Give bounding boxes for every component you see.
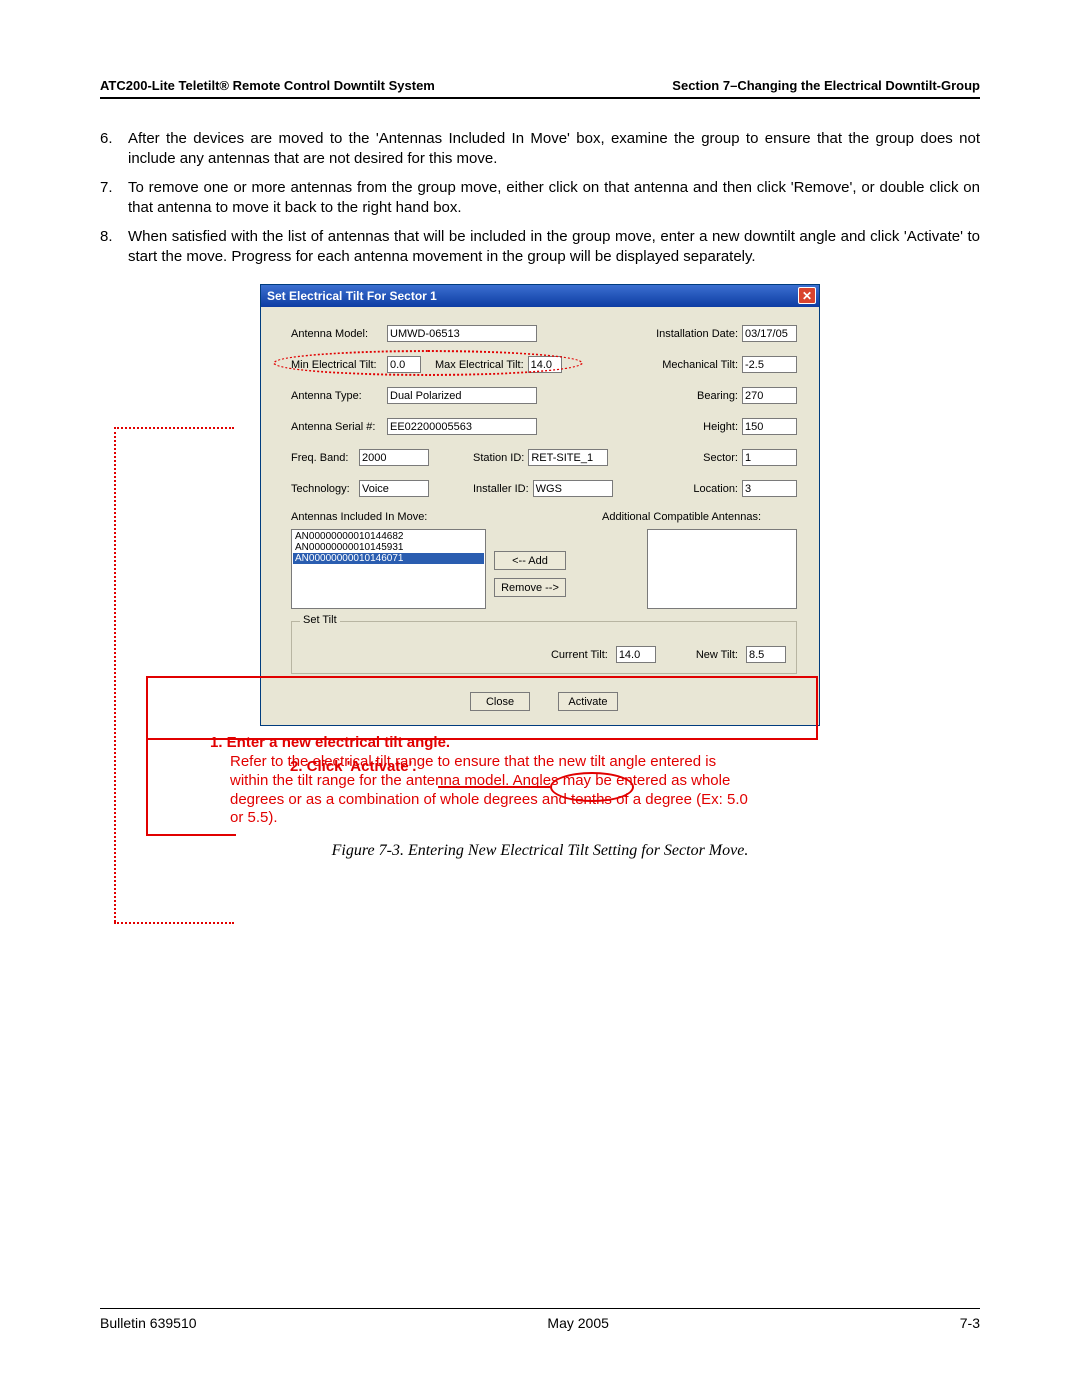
list-item[interactable]: AN00000000010144682 (293, 531, 484, 542)
label-tech: Technology: (291, 483, 355, 495)
label-antenna-type: Antenna Type: (291, 390, 383, 402)
label-new-tilt: New Tilt: (696, 649, 738, 661)
listbox-compatible[interactable] (647, 529, 797, 609)
field-sector[interactable]: 1 (742, 449, 797, 466)
step-6-num: 6. (100, 129, 128, 168)
field-current-tilt: 14.0 (616, 646, 656, 663)
field-bearing[interactable]: 270 (742, 387, 797, 404)
field-station[interactable]: RET-SITE_1 (528, 449, 608, 466)
label-installer: Installer ID: (473, 483, 529, 495)
field-location[interactable]: 3 (742, 480, 797, 497)
label-freq: Freq. Band: (291, 452, 355, 464)
label-antenna-model: Antenna Model: (291, 328, 383, 340)
page-footer: Bulletin 639510 May 2005 7-3 (100, 1308, 980, 1331)
label-sector: Sector: (703, 452, 738, 464)
label-bearing: Bearing: (697, 390, 738, 402)
field-height[interactable]: 150 (742, 418, 797, 435)
callout-2-connector (438, 786, 550, 788)
label-serial: Antenna Serial #: (291, 421, 383, 433)
footer-center: May 2005 (547, 1315, 608, 1331)
callout-1-connector-v (146, 740, 148, 834)
step-list: 6. After the devices are moved to the 'A… (100, 129, 980, 266)
close-icon[interactable]: ✕ (798, 287, 816, 304)
dialog-title: Set Electrical Tilt For Sector 1 (267, 289, 437, 303)
step-6-text: After the devices are moved to the 'Ante… (128, 129, 980, 168)
set-tilt-group: Set Tilt Current Tilt: 14.0 New Tilt: 8.… (291, 621, 797, 674)
list-item-selected[interactable]: AN00000000010146071 (293, 553, 484, 564)
list-item[interactable]: AN00000000010145931 (293, 542, 484, 553)
label-station: Station ID: (473, 452, 524, 464)
step-8-text: When satisfied with the list of antennas… (128, 227, 980, 266)
page-header: ATC200-Lite Teletilt® Remote Control Dow… (100, 78, 980, 99)
label-compatible-list: Additional Compatible Antennas: (602, 511, 797, 523)
field-new-tilt[interactable]: 8.5 (746, 646, 786, 663)
callout-2: 2. Click 'Activate'. (290, 758, 416, 775)
header-right: Section 7–Changing the Electrical Downti… (672, 78, 980, 93)
step-7-text: To remove one or more antennas from the … (128, 178, 980, 217)
activate-highlight-ellipse (550, 772, 634, 802)
label-current-tilt: Current Tilt: (551, 649, 608, 661)
new-tilt-highlight-box (146, 676, 818, 740)
figure-caption: Figure 7-3. Entering New Electrical Tilt… (100, 842, 980, 860)
step-7-num: 7. (100, 178, 128, 217)
add-button[interactable]: <-- Add (494, 551, 566, 570)
footer-right: 7-3 (960, 1315, 980, 1331)
field-mech-tilt[interactable]: -2.5 (742, 356, 797, 373)
label-install-date: Installation Date: (656, 328, 738, 340)
field-antenna-model[interactable]: UMWD-06513 (387, 325, 537, 342)
field-serial[interactable]: EE02200005563 (387, 418, 537, 435)
tilt-range-highlight-ellipse (273, 350, 583, 376)
field-freq[interactable]: 2000 (359, 449, 429, 466)
step-8-num: 8. (100, 227, 128, 266)
label-location: Location: (693, 483, 738, 495)
label-height: Height: (703, 421, 738, 433)
dialog-window: Set Electrical Tilt For Sector 1 ✕ Anten… (260, 284, 820, 726)
dotted-leader-bottom (114, 922, 234, 924)
set-tilt-legend: Set Tilt (300, 614, 340, 626)
field-antenna-type[interactable]: Dual Polarized (387, 387, 537, 404)
remove-button[interactable]: Remove --> (494, 578, 566, 597)
header-left: ATC200-Lite Teletilt® Remote Control Dow… (100, 78, 435, 93)
field-tech[interactable]: Voice (359, 480, 429, 497)
dotted-leader-vertical (114, 427, 116, 922)
title-bar: Set Electrical Tilt For Sector 1 ✕ (261, 285, 819, 307)
label-mech-tilt: Mechanical Tilt: (662, 359, 738, 371)
field-installer[interactable]: WGS (533, 480, 613, 497)
listbox-included[interactable]: AN00000000010144682 AN00000000010145931 … (291, 529, 486, 609)
dotted-leader-top (114, 427, 234, 429)
label-included-list: Antennas Included In Move: (291, 511, 491, 523)
callout-1-connector-h (146, 834, 236, 836)
footer-left: Bulletin 639510 (100, 1315, 197, 1331)
field-install-date[interactable]: 03/17/05 (742, 325, 797, 342)
